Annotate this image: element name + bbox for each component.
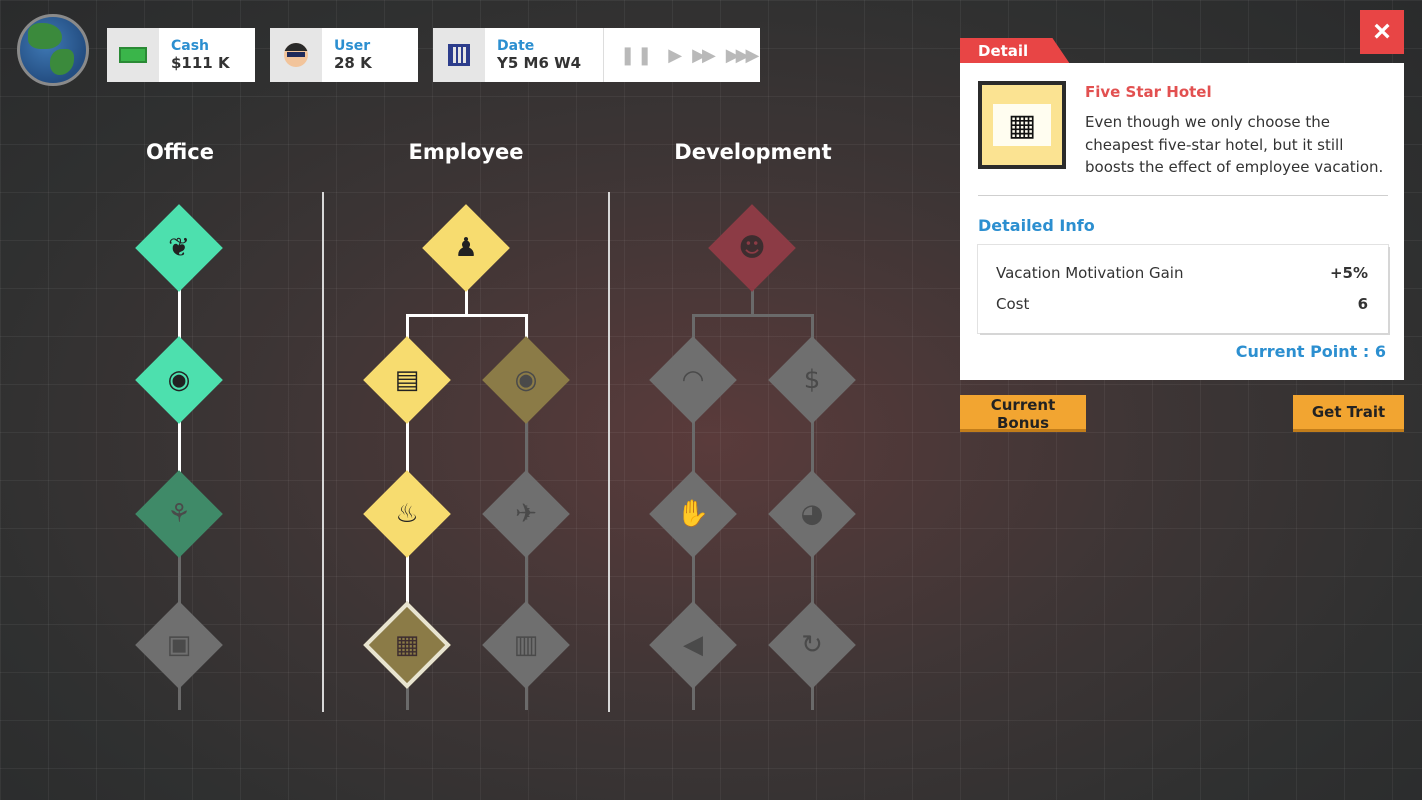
hands-chair-icon: ♟ (454, 233, 478, 263)
tree-connector (406, 314, 528, 317)
trait-node-development-7[interactable]: ↻ (768, 601, 856, 689)
info-row-label: Vacation Motivation Gain (996, 264, 1184, 282)
column-divider (608, 192, 610, 712)
trait-node-employee-1[interactable]: ♟ (422, 204, 510, 292)
divider (978, 195, 1388, 196)
fast-forward-icon[interactable]: ▶▶ (692, 45, 716, 66)
user-label: User (334, 37, 371, 54)
column-title-employee: Employee (408, 140, 524, 164)
info-row-value: +5% (1329, 264, 1368, 282)
trait-node-office-1[interactable]: ❦ (135, 204, 223, 292)
trait-node-employee-2[interactable]: ▤ (363, 336, 451, 424)
trait-node-office-2[interactable]: ◉ (135, 336, 223, 424)
trait-node-development-3[interactable]: $ (768, 336, 856, 424)
column-title-office: Office (146, 140, 214, 164)
trait-node-employee-3[interactable]: ◉ (482, 336, 570, 424)
eye-icon: ◉ (167, 365, 191, 395)
tree-connector (692, 314, 814, 317)
hotel-icon: ▦ (1007, 107, 1037, 143)
info-row-value: 6 (1357, 295, 1368, 313)
cash-value: $111 K (171, 54, 230, 73)
building-icon: ▥ (513, 630, 539, 660)
date-label: Date (497, 37, 535, 54)
hotel-icon: ▦ (394, 630, 420, 660)
money-bag-icon: $ (803, 365, 821, 395)
trait-title: Five Star Hotel (1085, 83, 1212, 101)
current-bonus-button[interactable]: Current Bonus (960, 395, 1086, 432)
get-trait-button[interactable]: Get Trait (1293, 395, 1404, 432)
detail-tab: Detail (960, 38, 1070, 64)
cash-display: Cash $111 K (107, 28, 255, 82)
trait-node-development-2[interactable]: ◠ (649, 336, 737, 424)
trait-node-development-1[interactable]: ☻ (708, 204, 796, 292)
trait-node-development-6[interactable]: ◀ (649, 601, 737, 689)
trait-node-five-star-hotel[interactable]: ▦ (363, 601, 451, 689)
megaphone-icon: ◀ (683, 630, 703, 660)
play-icon[interactable]: ▶ (668, 45, 682, 66)
current-point: Current Point : 6 (1235, 342, 1386, 361)
eye-icon: ◉ (514, 365, 538, 395)
trait-node-office-3[interactable]: ⚘ (135, 470, 223, 558)
user-icon (284, 43, 308, 67)
speed-controls: ❚❚ ▶ ▶▶ ▶▶▶ (603, 28, 759, 82)
refresh-icon: ↻ (801, 630, 823, 660)
column-divider (322, 192, 324, 712)
trait-node-employee-4[interactable]: ♨ (363, 470, 451, 558)
column-title-development: Development (674, 140, 832, 164)
plant-person-icon: ⚘ (167, 499, 191, 529)
date-display: Date Y5 M6 W4 ❚❚ ▶ ▶▶ ▶▶▶ (433, 28, 760, 82)
info-row: Cost 6 (996, 295, 1368, 313)
trait-node-development-5[interactable]: ◕ (768, 470, 856, 558)
leaf-icon: ❦ (168, 233, 190, 263)
headset-icon: ◠ (681, 365, 705, 395)
pacman-icon: ◕ (800, 499, 824, 529)
trait-node-employee-5[interactable]: ✈ (482, 470, 570, 558)
info-row-label: Cost (996, 295, 1030, 313)
trait-thumbnail: ▦ (978, 81, 1066, 169)
trait-node-office-4[interactable]: ▣ (135, 601, 223, 689)
date-value: Y5 M6 W4 (497, 54, 582, 73)
close-button[interactable]: × (1360, 10, 1404, 54)
world-globe-icon[interactable] (17, 14, 89, 86)
user-value: 28 K (334, 54, 372, 73)
calendar-icon (448, 44, 470, 66)
ads-briefcase-icon: ▣ (166, 630, 192, 660)
spy-icon: ☻ (738, 233, 766, 263)
detail-panel: ▦ Five Star Hotel Even though we only ch… (960, 63, 1404, 380)
cash-icon (119, 47, 147, 63)
trait-node-employee-7[interactable]: ▥ (482, 601, 570, 689)
pause-icon[interactable]: ❚❚ (620, 45, 654, 66)
trait-node-development-4[interactable]: ✋ (649, 470, 737, 558)
massage-chair-icon: ♨ (395, 499, 419, 529)
info-row: Vacation Motivation Gain +5% (996, 264, 1368, 282)
cash-label: Cash (171, 37, 210, 54)
ticket-icon: ✈ (515, 499, 537, 529)
user-display: User 28 K (270, 28, 418, 82)
card-hand-icon: ▤ (394, 365, 420, 395)
hand-icon: ✋ (676, 499, 710, 529)
trait-description: Even though we only choose the cheapest … (1085, 113, 1384, 176)
detailed-info-title: Detailed Info (978, 216, 1095, 235)
detailed-info-table: Vacation Motivation Gain +5% Cost 6 (978, 245, 1388, 333)
fastest-forward-icon[interactable]: ▶▶▶ (726, 45, 759, 66)
